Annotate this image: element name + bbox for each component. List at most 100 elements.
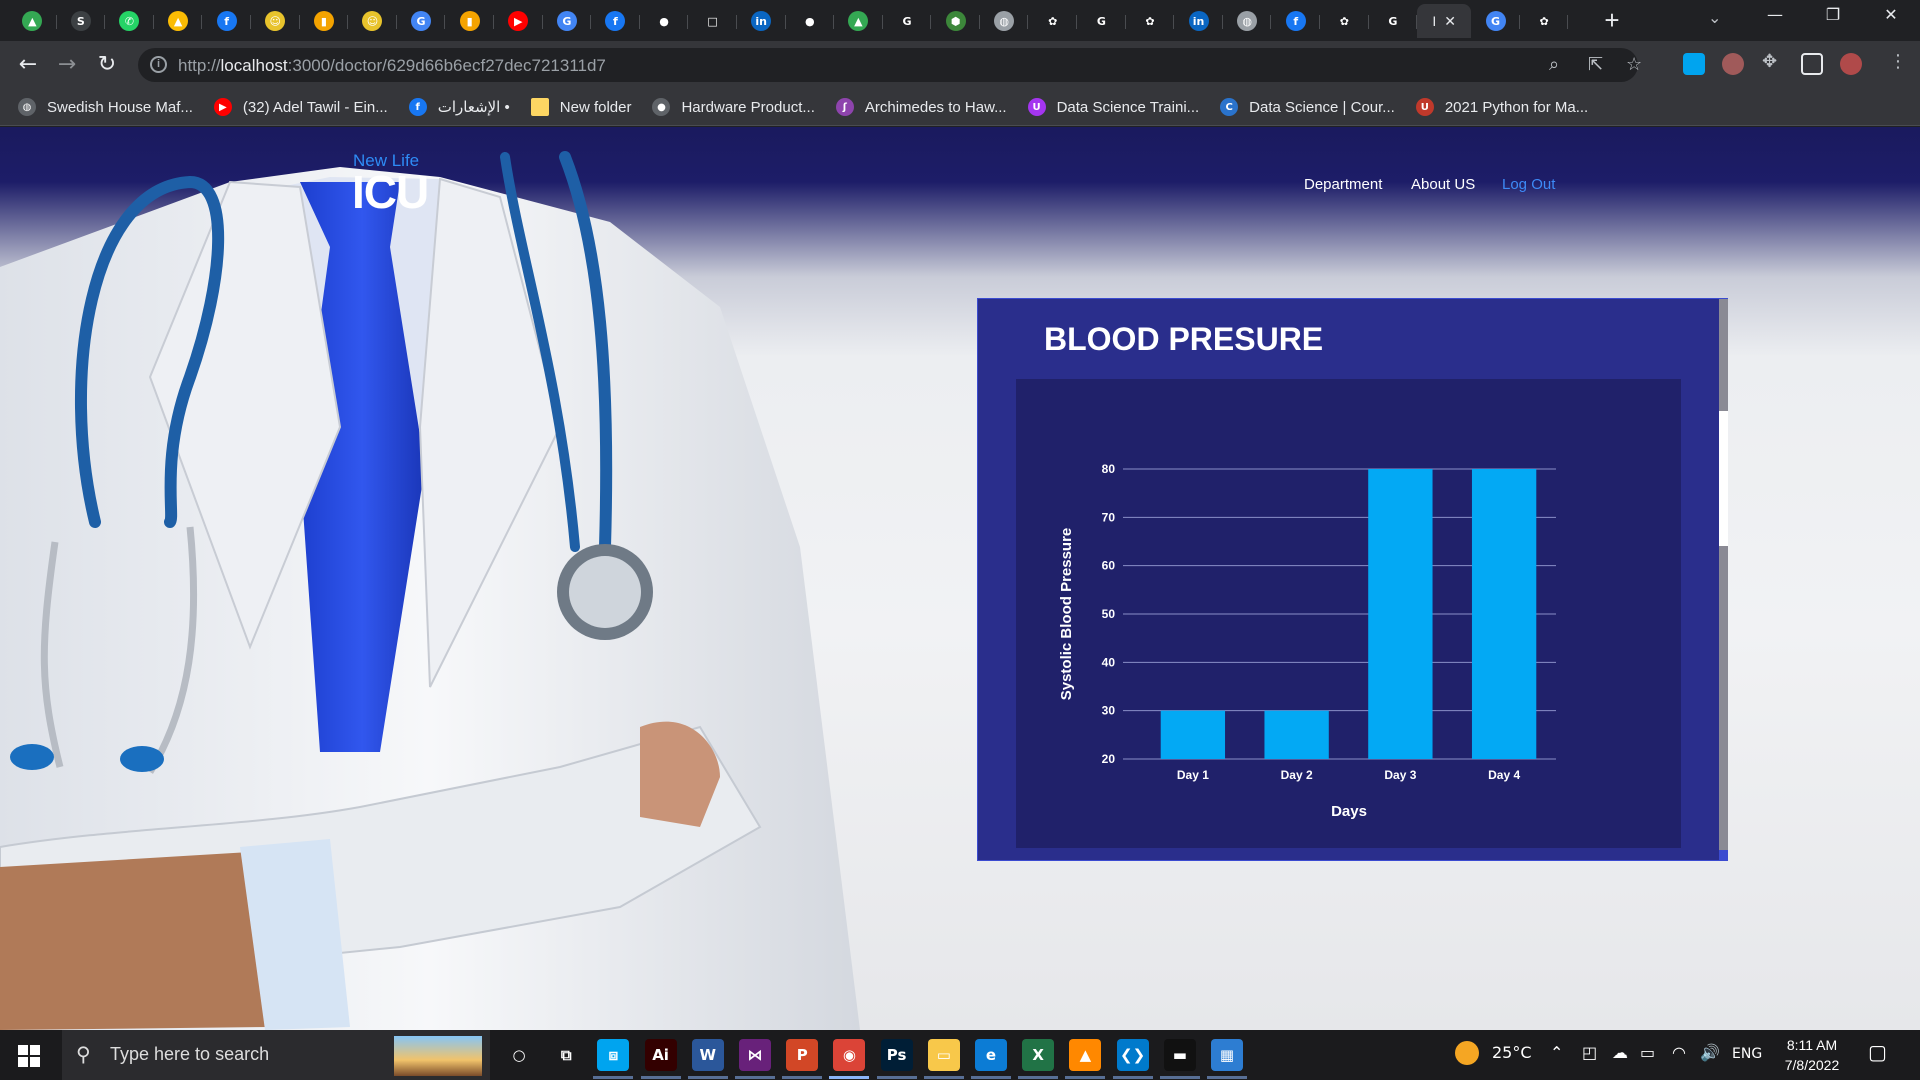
menu-kebab-icon[interactable]: ⋮: [1889, 51, 1907, 72]
excel-icon[interactable]: X: [1022, 1039, 1055, 1071]
browser-tab[interactable]: ✿: [1320, 4, 1369, 38]
bar-day-4[interactable]: [1471, 469, 1537, 759]
meet-now-icon[interactable]: ◰: [1582, 1043, 1597, 1062]
extensions-puzzle-icon[interactable]: ✥: [1762, 51, 1777, 72]
zoom-icon[interactable]: ⌕: [1549, 54, 1559, 75]
resize-handle[interactable]: [1719, 850, 1728, 860]
bar-day-3[interactable]: [1368, 469, 1433, 759]
nav-department-link[interactable]: Department: [1304, 176, 1382, 193]
browser-tab[interactable]: in: [1174, 4, 1223, 38]
forward-icon[interactable]: →: [53, 51, 81, 79]
bookmark-item[interactable]: ʃ Archimedes to Haw...: [835, 98, 1007, 116]
language-indicator[interactable]: ENG: [1732, 1046, 1762, 1062]
browser-tab[interactable]: G: [397, 4, 446, 38]
show-hidden-icons-icon[interactable]: ⌃: [1550, 1043, 1563, 1062]
browser-tab[interactable]: G: [543, 4, 592, 38]
photoshop-icon[interactable]: Ps: [880, 1039, 913, 1071]
browser-tab[interactable]: ☺: [251, 4, 300, 38]
address-bar[interactable]: i http://localhost:3000/doctor/629d66b6e…: [138, 48, 1642, 82]
browser-tab[interactable]: ▮: [445, 4, 494, 38]
browser-tab[interactable]: ▲: [8, 4, 57, 38]
browser-tab[interactable]: ⬢: [931, 4, 980, 38]
browser-tab[interactable]: ◍: [1223, 4, 1272, 38]
wifi-icon[interactable]: ◠: [1672, 1043, 1686, 1062]
browser-tab[interactable]: ▲: [154, 4, 203, 38]
back-icon[interactable]: ←: [14, 51, 42, 79]
illustrator-icon[interactable]: Ai: [644, 1039, 677, 1071]
scrollbar-thumb[interactable]: [1719, 411, 1728, 546]
battery-icon[interactable]: ▭: [1640, 1043, 1655, 1062]
chrome-icon[interactable]: ◉: [833, 1039, 866, 1071]
windows-start-icon[interactable]: [18, 1045, 40, 1067]
bar-day-2[interactable]: [1264, 710, 1329, 759]
browser-tab[interactable]: G: [1077, 4, 1126, 38]
browser-tab[interactable]: ✆: [105, 4, 154, 38]
close-window-icon[interactable]: ✕: [1868, 5, 1914, 24]
side-panel-icon[interactable]: [1801, 53, 1823, 75]
powerpoint-icon[interactable]: P: [786, 1039, 819, 1071]
browser-tab[interactable]: ✿: [1126, 4, 1175, 38]
new-tab-button[interactable]: +: [1598, 6, 1626, 34]
notifications-icon[interactable]: ▢: [1868, 1040, 1887, 1064]
nav-logout-link[interactable]: Log Out: [1502, 176, 1555, 193]
browser-tab[interactable]: ▮: [300, 4, 349, 38]
bookmark-item[interactable]: C Data Science | Cour...: [1220, 98, 1395, 116]
browser-tab-active[interactable]: I ✕: [1417, 4, 1472, 38]
close-tab-icon[interactable]: ✕: [1444, 13, 1456, 30]
reload-icon[interactable]: ↻: [93, 51, 121, 79]
bookmark-item[interactable]: U 2021 Python for Ma...: [1415, 98, 1588, 116]
volume-icon[interactable]: 🔊: [1700, 1043, 1720, 1062]
bookmark-item[interactable]: ● Hardware Product...: [652, 98, 815, 116]
browser-tab[interactable]: G: [883, 4, 932, 38]
bookmark-item[interactable]: U Data Science Traini...: [1027, 98, 1199, 116]
bookmark-item[interactable]: New folder: [530, 98, 631, 116]
site-info-icon[interactable]: i: [150, 56, 167, 73]
browser-tab[interactable]: ☺: [348, 4, 397, 38]
logo-title[interactable]: ICU: [352, 165, 429, 219]
bookmark-item[interactable]: f الإشعارات •: [408, 98, 510, 116]
minimize-icon[interactable]: —: [1752, 5, 1798, 24]
browser-tab[interactable]: S: [57, 4, 106, 38]
taskbar-clock[interactable]: 8:11 AM 7/8/2022: [1772, 1035, 1852, 1075]
task-view-icon[interactable]: ⧉: [550, 1039, 582, 1071]
browser-tab[interactable]: ✿: [1028, 4, 1077, 38]
card-scrollbar[interactable]: [1719, 299, 1728, 860]
visual-studio-icon[interactable]: ⋈: [739, 1039, 771, 1071]
file-explorer-icon[interactable]: ▭: [927, 1039, 960, 1071]
terminal-icon[interactable]: ▬: [1163, 1039, 1196, 1071]
cortana-icon[interactable]: ○: [503, 1039, 535, 1071]
browser-tab[interactable]: f: [591, 4, 640, 38]
bookmark-star-icon[interactable]: ☆: [1626, 54, 1642, 75]
bookmark-item[interactable]: ◍ Swedish House Maf...: [18, 98, 193, 116]
share-icon[interactable]: ⇱: [1588, 54, 1603, 75]
browser-tab[interactable]: ▲: [834, 4, 883, 38]
weather-sun-icon[interactable]: [1455, 1041, 1479, 1065]
profile-avatar-icon[interactable]: [1840, 53, 1862, 75]
browser-tab[interactable]: ✿: [1520, 4, 1569, 38]
vlc-icon[interactable]: ▲: [1069, 1039, 1102, 1071]
extension-icon[interactable]: [1722, 53, 1744, 75]
remote-desktop-extension-icon[interactable]: [1683, 53, 1705, 75]
nav-about-link[interactable]: About US: [1411, 176, 1475, 193]
taskbar-search-box[interactable]: ⚲ Type here to search: [62, 1030, 490, 1080]
edge-icon[interactable]: e: [975, 1039, 1007, 1071]
weather-temperature[interactable]: 25°C: [1492, 1043, 1532, 1062]
photos-icon[interactable]: ▦: [1211, 1039, 1243, 1071]
browser-tab[interactable]: G: [1369, 4, 1418, 38]
tab-search-icon[interactable]: ⌄: [1708, 8, 1721, 28]
browser-tab[interactable]: f: [202, 4, 251, 38]
vscode-icon[interactable]: ❮❯: [1116, 1039, 1149, 1071]
url-text[interactable]: http://localhost:3000/doctor/629d66b6ecf…: [178, 56, 606, 76]
browser-tab[interactable]: ▶: [494, 4, 543, 38]
browser-tab[interactable]: ●: [640, 4, 689, 38]
restore-icon[interactable]: ❐: [1810, 5, 1856, 24]
browser-tab[interactable]: f: [1271, 4, 1320, 38]
browser-tab[interactable]: G: [1471, 4, 1520, 38]
word-icon[interactable]: W: [691, 1039, 724, 1071]
browser-tab[interactable]: ●: [786, 4, 835, 38]
onedrive-icon[interactable]: ☁: [1612, 1043, 1628, 1062]
browser-tab[interactable]: □: [688, 4, 737, 38]
bar-day-1[interactable]: [1160, 710, 1226, 759]
browser-tab[interactable]: ◍: [980, 4, 1029, 38]
remote-desktop-icon[interactable]: ⧈: [597, 1039, 630, 1071]
